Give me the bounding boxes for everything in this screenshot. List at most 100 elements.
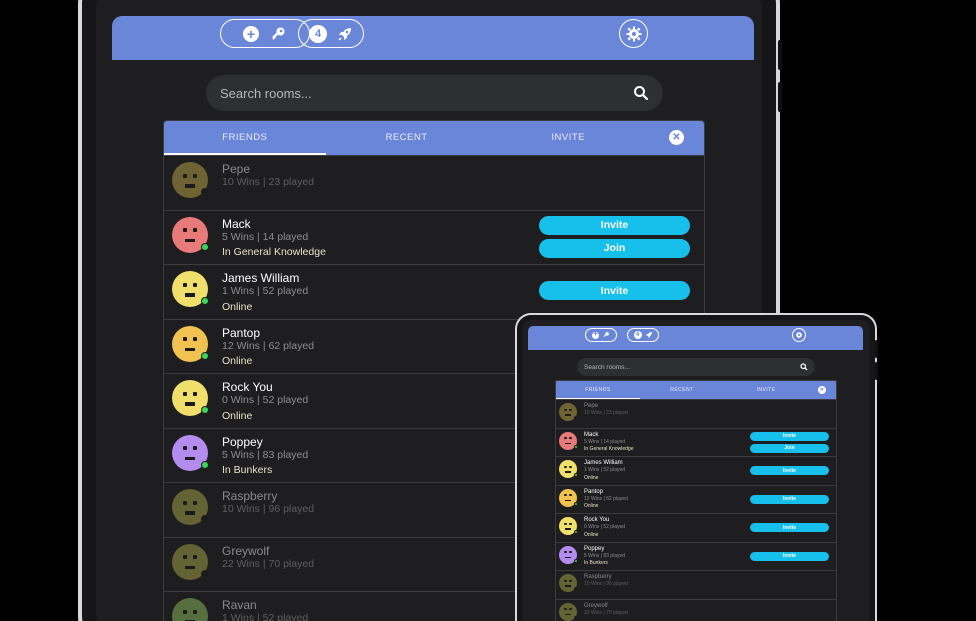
search-icon-small[interactable] <box>800 363 808 371</box>
friend-status: Online <box>584 474 599 481</box>
friend-row[interactable]: Mack 5 Wins | 14 played In General Knowled… <box>556 427 836 457</box>
friend-row[interactable]: Pepe 10 Wins | 23 played <box>556 399 836 428</box>
rooms-pill-small[interactable]: 4 <box>627 328 659 342</box>
avatar-eye <box>182 391 188 396</box>
online-indicator <box>574 558 578 563</box>
friend-info: Ravan 1 Wins | 52 played <box>222 598 308 621</box>
friend-status: In Bunkers <box>222 464 273 477</box>
avatar-eye <box>192 228 198 233</box>
friend-info: Mack 5 Wins | 14 played In General Knowled… <box>222 217 326 260</box>
close-icon-small[interactable]: ✕ <box>818 386 826 394</box>
avatar-eye <box>192 555 198 560</box>
friends-panel-small: FRIENDS RECENT INVITE ✕ Pepe 10 Wins | 23… <box>555 380 837 621</box>
avatar-mouth <box>565 585 571 587</box>
avatar-eye <box>192 282 198 287</box>
friend-row[interactable]: James William 1 Wins | 52 played Online Inv… <box>164 264 704 319</box>
tab-invite[interactable]: INVITE <box>487 121 649 155</box>
rocket-icon-small[interactable] <box>645 331 653 339</box>
search-icon[interactable] <box>633 85 649 101</box>
friend-status: Online <box>584 503 599 510</box>
avatar-eye <box>564 494 567 497</box>
friend-row[interactable]: Raspberry 10 Wins | 96 played <box>556 570 836 599</box>
avatar-eye <box>569 579 572 582</box>
invite-button[interactable]: Invite <box>539 215 690 235</box>
avatar-eye <box>182 609 188 614</box>
invite-button[interactable]: Invite <box>750 523 829 532</box>
rooms-pill[interactable]: 4 <box>298 19 364 48</box>
friend-row[interactable]: Pepe 10 Wins | 23 played <box>164 155 704 210</box>
friend-row[interactable]: Greywolf 22 Wins | 70 played <box>556 598 836 621</box>
friend-name: James William <box>222 271 300 285</box>
tab-friends-small[interactable]: FRIENDS <box>556 381 640 399</box>
create-room-pill-small[interactable]: + <box>585 328 617 342</box>
avatar-eye <box>569 494 572 497</box>
gear-icon[interactable] <box>626 26 642 42</box>
join-button[interactable]: Join <box>750 443 829 453</box>
friend-row[interactable]: Rock You 0 Wins | 52 played Online Invite <box>556 513 836 542</box>
friend-info: Pantop 12 Wins | 62 played Online <box>222 326 314 369</box>
friend-stats: 1 Wins | 52 played <box>584 467 626 474</box>
avatar-mouth <box>565 414 571 416</box>
room-count-badge-small: 4 <box>633 331 642 339</box>
search-input-small[interactable]: Search rooms... <box>584 364 800 371</box>
friend-info: James William 1 Wins | 52 played Online <box>222 271 308 314</box>
close-icon[interactable]: ✕ <box>669 130 684 145</box>
friend-info: Pantop 12 Wins | 62 played Online <box>584 489 628 510</box>
avatar-eye <box>182 555 188 560</box>
invite-button[interactable]: Invite <box>750 431 829 441</box>
avatar-eye <box>569 522 572 525</box>
tab-friends[interactable]: FRIENDS <box>164 121 326 155</box>
friend-row[interactable]: Poppey 5 Wins | 83 played In Bunkers Invite <box>556 541 836 571</box>
avatar-mouth <box>184 184 196 188</box>
search-bar[interactable]: Search rooms... <box>206 75 663 111</box>
tablet-small-screen: + 4 Search rooms... FRIENDS RECENT INVIT… <box>522 320 870 621</box>
online-indicator <box>574 473 578 478</box>
avatar <box>559 545 578 564</box>
avatar-mouth <box>184 565 196 570</box>
search-input[interactable]: Search rooms... <box>220 86 633 101</box>
online-indicator <box>574 530 578 535</box>
avatar-mouth <box>565 556 571 559</box>
avatar-mouth <box>565 471 571 473</box>
avatar <box>559 431 578 450</box>
friend-row[interactable]: Pantop 12 Wins | 62 played Online Invite <box>556 484 836 514</box>
avatar-eye <box>182 282 188 287</box>
tab-recent[interactable]: RECENT <box>326 121 488 155</box>
invite-button[interactable]: Invite <box>750 466 829 475</box>
gear-icon-small[interactable] <box>795 331 803 339</box>
tab-recent-small[interactable]: RECENT <box>640 381 724 399</box>
avatar-mouth <box>565 442 571 445</box>
friend-info: James William 1 Wins | 52 played Online <box>584 460 625 481</box>
avatar <box>172 543 209 580</box>
invite-button[interactable]: Invite <box>539 281 690 300</box>
friend-list-small: Pepe 10 Wins | 23 played Mack 5 Wins | 14 p… <box>556 399 836 621</box>
invite-button[interactable]: Invite <box>750 551 829 561</box>
friend-status: In Bunkers <box>584 560 608 567</box>
avatar-eye <box>564 408 567 411</box>
invite-button[interactable]: Invite <box>750 494 829 504</box>
avatar-eye <box>192 173 198 178</box>
join-button[interactable]: Join <box>539 238 690 258</box>
friend-stats: 12 Wins | 62 played <box>222 339 315 352</box>
plus-circle-icon-small[interactable]: + <box>592 331 599 339</box>
friend-info: Poppey 5 Wins | 83 played In Bunkers <box>222 435 308 478</box>
create-room-pill[interactable]: + <box>220 19 310 48</box>
key-icon[interactable] <box>269 25 287 43</box>
settings-button[interactable] <box>619 19 648 48</box>
avatar-mouth <box>565 499 571 502</box>
friend-name: Poppey <box>584 545 605 552</box>
friend-row[interactable]: James William 1 Wins | 52 played Online Inv… <box>556 456 836 485</box>
friend-stats: 10 Wins | 96 played <box>584 581 628 588</box>
rocket-icon[interactable] <box>337 26 353 42</box>
tab-invite-small[interactable]: INVITE <box>724 381 808 399</box>
friend-row[interactable]: Mack 5 Wins | 14 played In General Knowled… <box>164 209 704 265</box>
friend-stats: 22 Wins | 70 played <box>222 557 315 570</box>
tablet-large-side-button-2 <box>778 82 782 112</box>
search-bar-small[interactable]: Search rooms... <box>577 358 815 376</box>
key-icon-small[interactable] <box>602 331 610 339</box>
plus-circle-icon[interactable]: + <box>243 25 259 42</box>
settings-button-small[interactable] <box>792 328 806 342</box>
avatar-eye <box>564 522 567 525</box>
avatar <box>559 460 578 478</box>
friend-stats: 1 Wins | 52 played <box>222 612 309 621</box>
